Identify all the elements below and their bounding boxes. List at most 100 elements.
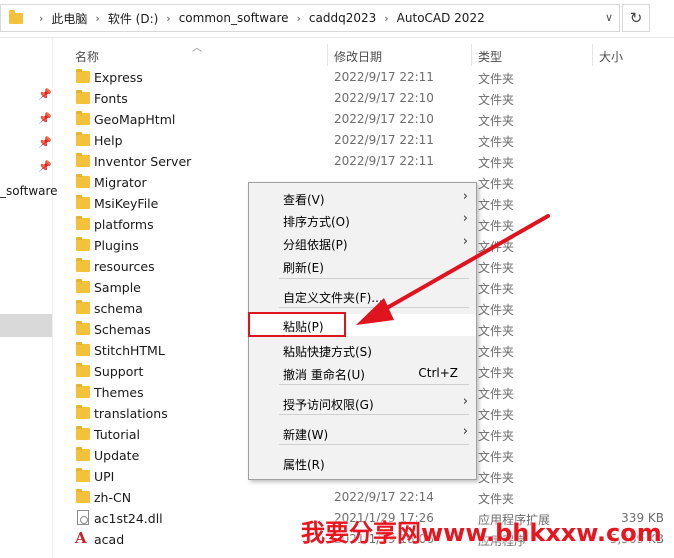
file-row[interactable]: zh-CN 2022/9/17 22:14 文件夹 <box>53 487 674 508</box>
nav-item-selected[interactable] <box>0 314 52 337</box>
file-type: 文件夹 <box>478 135 515 149</box>
file-date: 2022/9/17 22:11 <box>334 133 434 147</box>
file-type: 文件夹 <box>478 114 515 128</box>
menu-item-label: 属性(R) <box>283 458 325 472</box>
file-name: Support <box>94 364 144 379</box>
folder-icon <box>76 363 90 377</box>
chevron-right-icon[interactable]: › <box>39 12 43 25</box>
file-name: ac1st24.dll <box>94 511 163 526</box>
menu-item[interactable]: 分组依据(P) › <box>249 232 476 254</box>
menu-item-label: 自定义文件夹(F)... <box>283 291 383 305</box>
refresh-button[interactable]: ↻ <box>622 4 650 32</box>
breadcrumb-item[interactable]: caddq2023 <box>309 11 376 25</box>
file-row[interactable]: Help 2022/9/17 22:11 文件夹 <box>53 130 674 151</box>
file-type: 文件夹 <box>478 282 515 296</box>
sort-ascending-icon: ︿ <box>192 43 202 54</box>
chevron-right-icon[interactable]: › <box>95 12 99 25</box>
file-row[interactable]: Inventor Server 2022/9/17 22:11 文件夹 <box>53 151 674 172</box>
folder-icon <box>76 426 90 440</box>
file-type: 文件夹 <box>478 93 515 107</box>
nav-item-label[interactable]: _software <box>0 184 58 198</box>
column-divider[interactable] <box>327 44 328 66</box>
file-name: Themes <box>94 385 144 400</box>
menu-separator <box>279 278 469 279</box>
folder-icon <box>76 69 90 83</box>
column-name[interactable]: 名称 <box>75 48 99 65</box>
menu-item-label: 粘贴快捷方式(S) <box>283 345 372 359</box>
file-type: 文件夹 <box>478 156 515 170</box>
menu-item[interactable]: 查看(V) › <box>249 187 476 209</box>
folder-icon <box>9 9 23 24</box>
annotation-box <box>248 312 346 337</box>
folder-icon <box>76 111 90 125</box>
file-name: schema <box>94 301 143 316</box>
menu-item[interactable]: 撤消 重命名(U) Ctrl+Z <box>249 362 476 384</box>
folder-icon <box>76 321 90 335</box>
column-divider[interactable] <box>471 44 472 66</box>
column-size[interactable]: 大小 <box>599 48 623 65</box>
file-row[interactable]: Express 2022/9/17 22:11 文件夹 <box>53 67 674 88</box>
folder-icon <box>76 300 90 314</box>
menu-item[interactable]: 新建(W) › <box>249 422 476 444</box>
file-row[interactable]: GeoMapHtml 2022/9/17 22:10 文件夹 <box>53 109 674 130</box>
folder-icon <box>76 195 90 209</box>
file-date: 2022/9/17 22:10 <box>334 91 434 105</box>
folder-icon <box>76 216 90 230</box>
file-name: resources <box>94 259 155 274</box>
file-row[interactable]: Fonts 2022/9/17 22:10 文件夹 <box>53 88 674 109</box>
file-name: acad <box>94 532 125 547</box>
breadcrumb-item[interactable]: common_software <box>179 11 289 25</box>
breadcrumb-item[interactable]: 软件 (D:) <box>108 10 158 27</box>
watermark-text: 我要分享网www.bhkxxw.com <box>301 519 662 547</box>
file-name: Help <box>94 133 123 148</box>
chevron-right-icon: › <box>462 189 468 204</box>
menu-item-label: 排序方式(O) <box>283 215 350 229</box>
file-name: UPI <box>94 469 115 484</box>
file-type: 文件夹 <box>478 303 515 317</box>
folder-icon <box>76 258 90 272</box>
folder-icon <box>76 468 90 482</box>
file-name: Inventor Server <box>94 154 192 169</box>
menu-item[interactable]: 粘贴快捷方式(S) <box>249 339 476 361</box>
navigation-pane[interactable]: 📌 📌 📌 📌 _software <box>0 38 58 558</box>
chevron-down-icon[interactable]: ∨ <box>605 11 613 24</box>
file-name: Plugins <box>94 238 139 253</box>
chevron-right-icon[interactable]: › <box>297 12 301 25</box>
chevron-right-icon[interactable]: › <box>166 12 170 25</box>
chevron-right-icon[interactable]: › <box>384 12 388 25</box>
menu-item-label: 分组依据(P) <box>283 238 348 252</box>
refresh-icon: ↻ <box>629 9 643 27</box>
menu-item-label: 授予访问权限(G) <box>283 398 374 412</box>
menu-item[interactable]: 属性(R) <box>249 452 476 474</box>
chevron-right-icon: › <box>462 424 468 439</box>
column-divider[interactable] <box>592 44 593 66</box>
menu-separator <box>279 444 469 445</box>
file-name: StitchHTML <box>94 343 165 358</box>
menu-item[interactable]: 授予访问权限(G) › <box>249 392 476 414</box>
pin-icon[interactable]: 📌 <box>38 160 52 173</box>
file-name: Migrator <box>94 175 147 190</box>
file-type: 文件夹 <box>478 408 515 422</box>
breadcrumb-item[interactable]: AutoCAD 2022 <box>397 11 485 25</box>
file-name: Express <box>94 70 143 85</box>
menu-item[interactable]: 排序方式(O) › <box>249 209 476 231</box>
file-name: Tutorial <box>94 427 140 442</box>
menu-separator <box>279 384 469 385</box>
pin-icon[interactable]: 📌 <box>38 88 52 101</box>
file-type: 文件夹 <box>478 450 515 464</box>
menu-item[interactable]: 自定义文件夹(F)... <box>249 285 476 307</box>
column-type[interactable]: 类型 <box>478 48 502 65</box>
column-date[interactable]: 修改日期 <box>334 48 382 65</box>
pin-icon[interactable]: 📌 <box>38 112 52 125</box>
file-name: platforms <box>94 217 154 232</box>
file-type: 文件夹 <box>478 345 515 359</box>
menu-item[interactable]: 刷新(E) <box>249 255 476 277</box>
pin-icon[interactable]: 📌 <box>38 136 52 149</box>
file-name: MsiKeyFile <box>94 196 159 211</box>
breadcrumb[interactable]: › 此电脑 › 软件 (D:) › common_software › cadd… <box>0 4 620 32</box>
file-name: zh-CN <box>94 490 132 505</box>
menu-item-label: 撤消 重命名(U) <box>283 368 365 382</box>
menu-separator <box>279 414 469 415</box>
breadcrumb-item[interactable]: 此电脑 <box>51 10 87 27</box>
file-name: translations <box>94 406 168 421</box>
